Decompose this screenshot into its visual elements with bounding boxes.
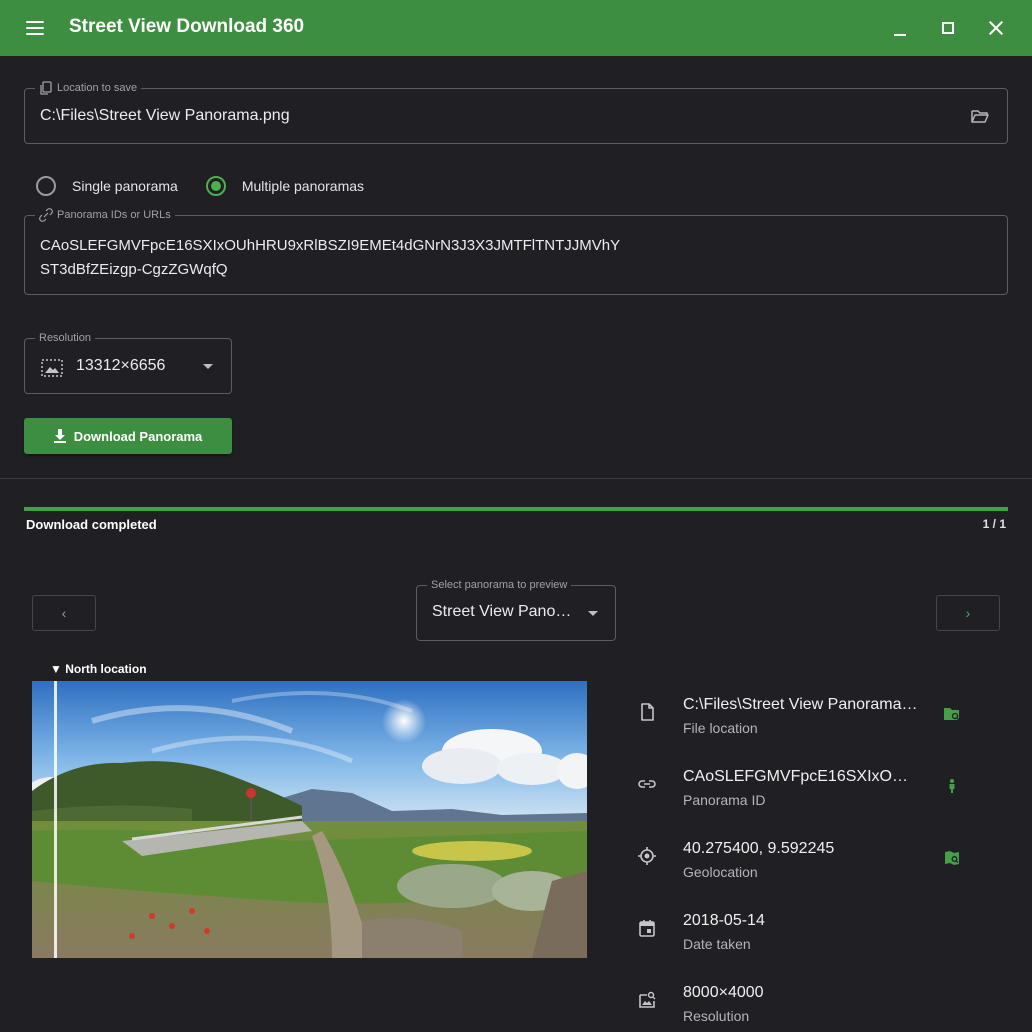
chevron-right-icon: › bbox=[965, 605, 971, 621]
section-divider bbox=[0, 478, 1032, 479]
pegman-icon[interactable] bbox=[942, 776, 962, 796]
panorama-ids-field[interactable]: Panorama IDs or URLs CAoSLEFGMVFpcE16SXI… bbox=[24, 208, 1008, 295]
hamburger-menu-icon[interactable] bbox=[22, 16, 50, 40]
radio-label-multiple: Multiple panoramas bbox=[241, 178, 365, 194]
panorama-preview-select[interactable]: Select panorama to preview Street View P… bbox=[416, 578, 616, 641]
download-panorama-button[interactable]: Download Panorama bbox=[24, 418, 232, 454]
download-progress-bar bbox=[24, 507, 1008, 511]
info-file-location: C:\Files\Street View Panorama.png File l… bbox=[632, 696, 1012, 748]
north-indicator-line bbox=[54, 681, 57, 958]
link-icon bbox=[638, 780, 656, 788]
resolution-info-value: 8000×4000 bbox=[683, 984, 764, 1001]
file-icon bbox=[641, 703, 654, 721]
file-location-label: File location bbox=[683, 720, 758, 736]
panorama-preview-image[interactable] bbox=[32, 681, 587, 958]
link-add-icon bbox=[39, 208, 53, 222]
file-location-value: C:\Files\Street View Panorama.png bbox=[683, 696, 919, 713]
radio-single-panorama[interactable]: Single panorama bbox=[36, 176, 178, 196]
geolocation-value: 40.275400, 9.592245 bbox=[683, 840, 835, 857]
download-counter: 1 / 1 bbox=[982, 517, 1006, 531]
radio-multiple-panoramas[interactable]: Multiple panoramas bbox=[205, 176, 365, 196]
ids-label: Panorama IDs or URLs bbox=[57, 209, 171, 221]
resolution-info-label: Resolution bbox=[683, 1008, 750, 1024]
folder-search-icon[interactable] bbox=[942, 704, 962, 724]
info-geolocation: 40.275400, 9.592245 Geolocation bbox=[632, 840, 1012, 892]
ids-legend: Panorama IDs or URLs bbox=[35, 208, 175, 222]
chevron-down-icon bbox=[203, 364, 213, 369]
title-bar: Street View Download 360 bbox=[0, 0, 1032, 56]
radio-circle-unchecked[interactable] bbox=[36, 176, 56, 196]
chevron-down-icon bbox=[588, 611, 598, 616]
resolution-legend: Resolution bbox=[35, 331, 95, 345]
ids-line-1: CAoSLEFGMVFpcE16SXIxOUhHRU9xRlBSZI9EMEt4… bbox=[40, 237, 621, 254]
folder-open-icon[interactable] bbox=[971, 109, 989, 124]
radio-label-single: Single panorama bbox=[72, 178, 178, 194]
close-button[interactable] bbox=[982, 14, 1010, 42]
location-label: Location to save bbox=[57, 82, 138, 94]
app-title: Street View Download 360 bbox=[69, 16, 305, 37]
image-search-icon bbox=[639, 991, 656, 1008]
panorama-mode-group: Single panorama Multiple panoramas bbox=[36, 176, 392, 196]
location-legend: Location to save bbox=[35, 81, 142, 95]
previous-panorama-button[interactable]: ‹ bbox=[32, 595, 96, 631]
resolution-select[interactable]: Resolution 13312×6656 bbox=[24, 331, 232, 394]
panorama-id-label: Panorama ID bbox=[683, 792, 766, 808]
ids-value[interactable]: CAoSLEFGMVFpcE16SXIxOUhHRU9xRlBSZI9EMEt4… bbox=[40, 234, 620, 282]
download-icon bbox=[53, 429, 66, 443]
geolocation-label: Geolocation bbox=[683, 864, 758, 880]
info-resolution: 8000×4000 Resolution bbox=[632, 984, 1012, 1032]
preview-select-value: Street View Pano… bbox=[432, 603, 572, 620]
image-resolution-icon bbox=[41, 359, 63, 377]
minimize-button[interactable] bbox=[886, 14, 914, 42]
maximize-button[interactable] bbox=[934, 14, 962, 42]
date-taken-value: 2018-05-14 bbox=[683, 912, 765, 929]
radio-circle-checked[interactable] bbox=[205, 176, 226, 196]
preview-select-label: Select panorama to preview bbox=[431, 579, 568, 591]
date-taken-label: Date taken bbox=[683, 936, 751, 952]
next-panorama-button[interactable]: › bbox=[936, 595, 1000, 631]
info-panorama-id: CAoSLEFGMVFpcE16SXIxOUhHRU9xRlBSZI9EMEt4… bbox=[632, 768, 1012, 820]
download-status: Download completed bbox=[26, 517, 157, 532]
panorama-id-value: CAoSLEFGMVFpcE16SXIxOUhHRU9xRlBSZI9EMEt4… bbox=[683, 768, 919, 785]
resolution-value: 13312×6656 bbox=[76, 357, 166, 374]
resolution-label: Resolution bbox=[39, 332, 91, 344]
progress-fill bbox=[24, 507, 1008, 511]
chevron-left-icon: ‹ bbox=[61, 605, 67, 621]
download-button-label: Download Panorama bbox=[73, 428, 203, 444]
location-to-save-field[interactable]: Location to save C:\Files\Street View Pa… bbox=[24, 81, 1008, 144]
preview-select-legend: Select panorama to preview bbox=[427, 578, 572, 592]
panorama-image bbox=[32, 681, 587, 958]
info-date-taken: 2018-05-14 Date taken bbox=[632, 912, 1012, 964]
ids-line-2: ST3dBfZEizgp-CgzZGWqfQ bbox=[40, 261, 228, 278]
gps-icon bbox=[638, 847, 656, 865]
north-location-label: ▼ North location bbox=[50, 662, 147, 676]
copy-icon bbox=[40, 81, 52, 95]
calendar-icon bbox=[639, 920, 655, 937]
map-search-icon[interactable] bbox=[942, 848, 962, 868]
location-value[interactable]: C:\Files\Street View Panorama.png bbox=[40, 107, 290, 125]
